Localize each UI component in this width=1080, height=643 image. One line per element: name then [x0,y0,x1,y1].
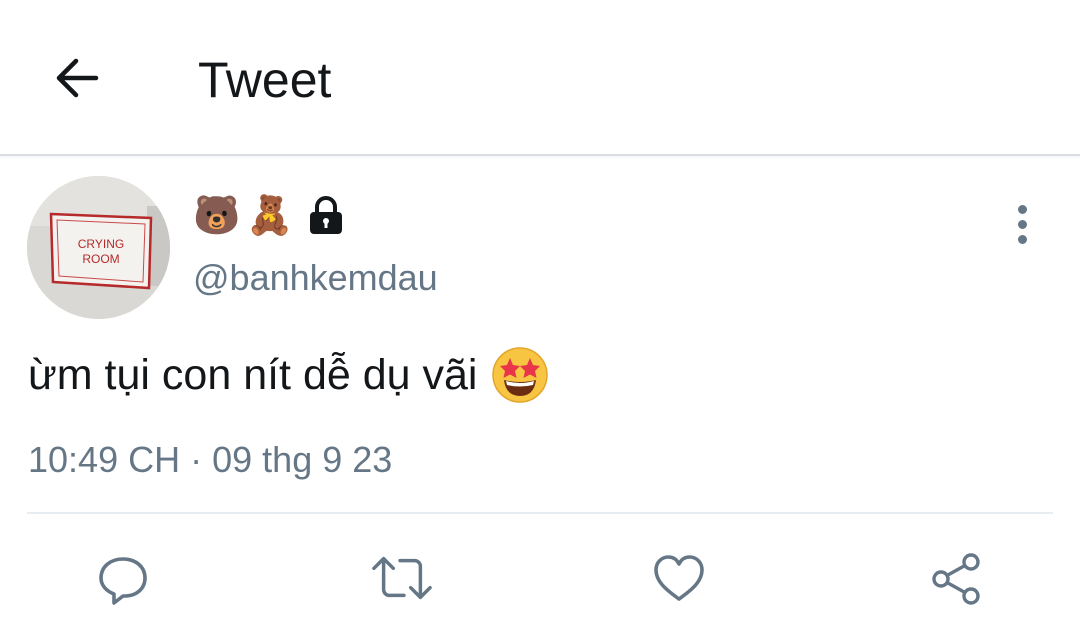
more-icon-dot [1017,204,1027,214]
retweet-button[interactable] [372,548,432,608]
top-bar: Tweet [0,0,1080,156]
avatar-image: CRYING ROOM [27,176,170,319]
tweet-time: 10:49 CH [28,439,181,480]
retweet-icon [372,556,432,600]
like-button[interactable] [649,548,709,608]
reply-button[interactable] [93,548,153,608]
page-title: Tweet [198,52,332,108]
user-handle[interactable]: @banhkemdau [193,256,438,300]
tweet-timestamp: 10:49 CH · 09 thg 9 23 [28,438,392,482]
avatar[interactable]: CRYING ROOM [27,176,170,319]
like-icon [654,555,704,601]
bear-face-emoji: 🐻 [193,193,241,237]
reply-icon [99,557,147,605]
share-button[interactable] [926,548,986,608]
tweet-body: ừm tụi con nít dễ dụ vãi [28,346,549,404]
sign-text-line1: CRYING [78,237,124,251]
meta-separator: · [190,439,203,480]
display-name: 🐻 🧸 [193,192,346,238]
more-icon-dot [1017,219,1027,229]
tweet-date: 09 thg 9 23 [212,439,393,480]
tweet-text: ừm tụi con nít dễ dụ vãi [28,351,478,399]
divider [27,512,1053,514]
sign-text-line2: ROOM [82,252,119,266]
lock-icon [309,196,342,234]
share-icon [932,553,980,605]
star-struck-emoji-icon [492,347,549,403]
more-icon-dot [1017,234,1027,244]
arrow-left-icon [56,58,99,98]
back-button[interactable] [48,50,104,106]
teddy-bear-emoji: 🧸 [246,193,294,237]
more-options-button[interactable] [1000,198,1044,250]
